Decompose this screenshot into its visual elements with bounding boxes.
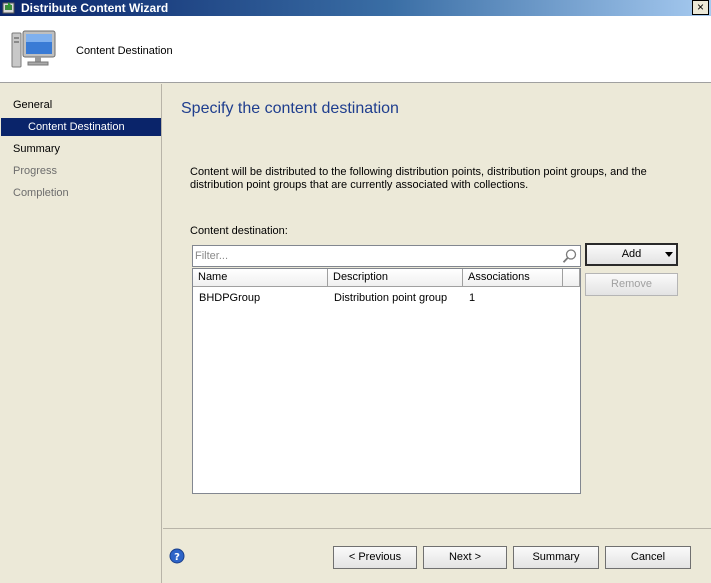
remove-button: Remove	[585, 273, 678, 296]
add-button-label: Add	[621, 248, 642, 260]
add-button[interactable]: Add	[585, 243, 678, 266]
nav-item-completion: Completion	[13, 187, 69, 199]
svg-text:?: ?	[174, 552, 180, 563]
row-associations: 1	[469, 292, 476, 304]
filter-box	[192, 245, 581, 267]
row-description: Distribution point group	[334, 292, 448, 304]
banner-title: Content Destination	[76, 45, 173, 57]
page-description: Content will be distributed to the follo…	[190, 166, 647, 191]
close-button[interactable]: ×	[692, 0, 709, 15]
cancel-button[interactable]: Cancel	[605, 546, 691, 569]
window-title: Distribute Content Wizard	[21, 1, 169, 15]
destination-list[interactable]: Name Description Associations BHDPGroup …	[192, 268, 581, 494]
nav-item-progress: Progress	[13, 165, 58, 177]
help-icon[interactable]: ?	[169, 548, 185, 564]
computer-monitor-icon	[11, 30, 56, 68]
column-header-filler	[563, 269, 580, 287]
nav-item-summary[interactable]: Summary	[13, 140, 60, 158]
summary-button[interactable]: Summary	[513, 546, 599, 569]
main-panel: Specify the content destination Content …	[163, 84, 711, 528]
list-header: Name Description Associations	[193, 269, 580, 287]
dropdown-arrow-icon	[665, 252, 673, 257]
wizard-banner: Content Destination	[0, 16, 711, 83]
column-header-name[interactable]: Name	[193, 269, 328, 287]
search-icon[interactable]	[561, 248, 578, 265]
wizard-nav: General Content Destination Summary Prog…	[0, 84, 162, 583]
next-button[interactable]: Next >	[423, 546, 507, 569]
previous-button[interactable]: < Previous	[333, 546, 417, 569]
content-destination-label: Content destination:	[190, 225, 288, 237]
nav-item-content-destination[interactable]: Content Destination	[1, 118, 161, 136]
title-bar: Distribute Content Wizard ×	[0, 0, 711, 16]
column-header-associations[interactable]: Associations	[463, 269, 563, 287]
page-title: Specify the content destination	[181, 100, 399, 117]
column-header-description[interactable]: Description	[328, 269, 463, 287]
wizard-footer: ? < Previous Next > Summary Cancel	[163, 528, 711, 583]
wizard-app-icon	[2, 2, 15, 14]
filter-input[interactable]	[195, 248, 555, 264]
row-name: BHDPGroup	[199, 292, 261, 304]
nav-item-general[interactable]: General	[13, 96, 52, 114]
table-row[interactable]: BHDPGroup Distribution point group 1	[193, 290, 580, 307]
